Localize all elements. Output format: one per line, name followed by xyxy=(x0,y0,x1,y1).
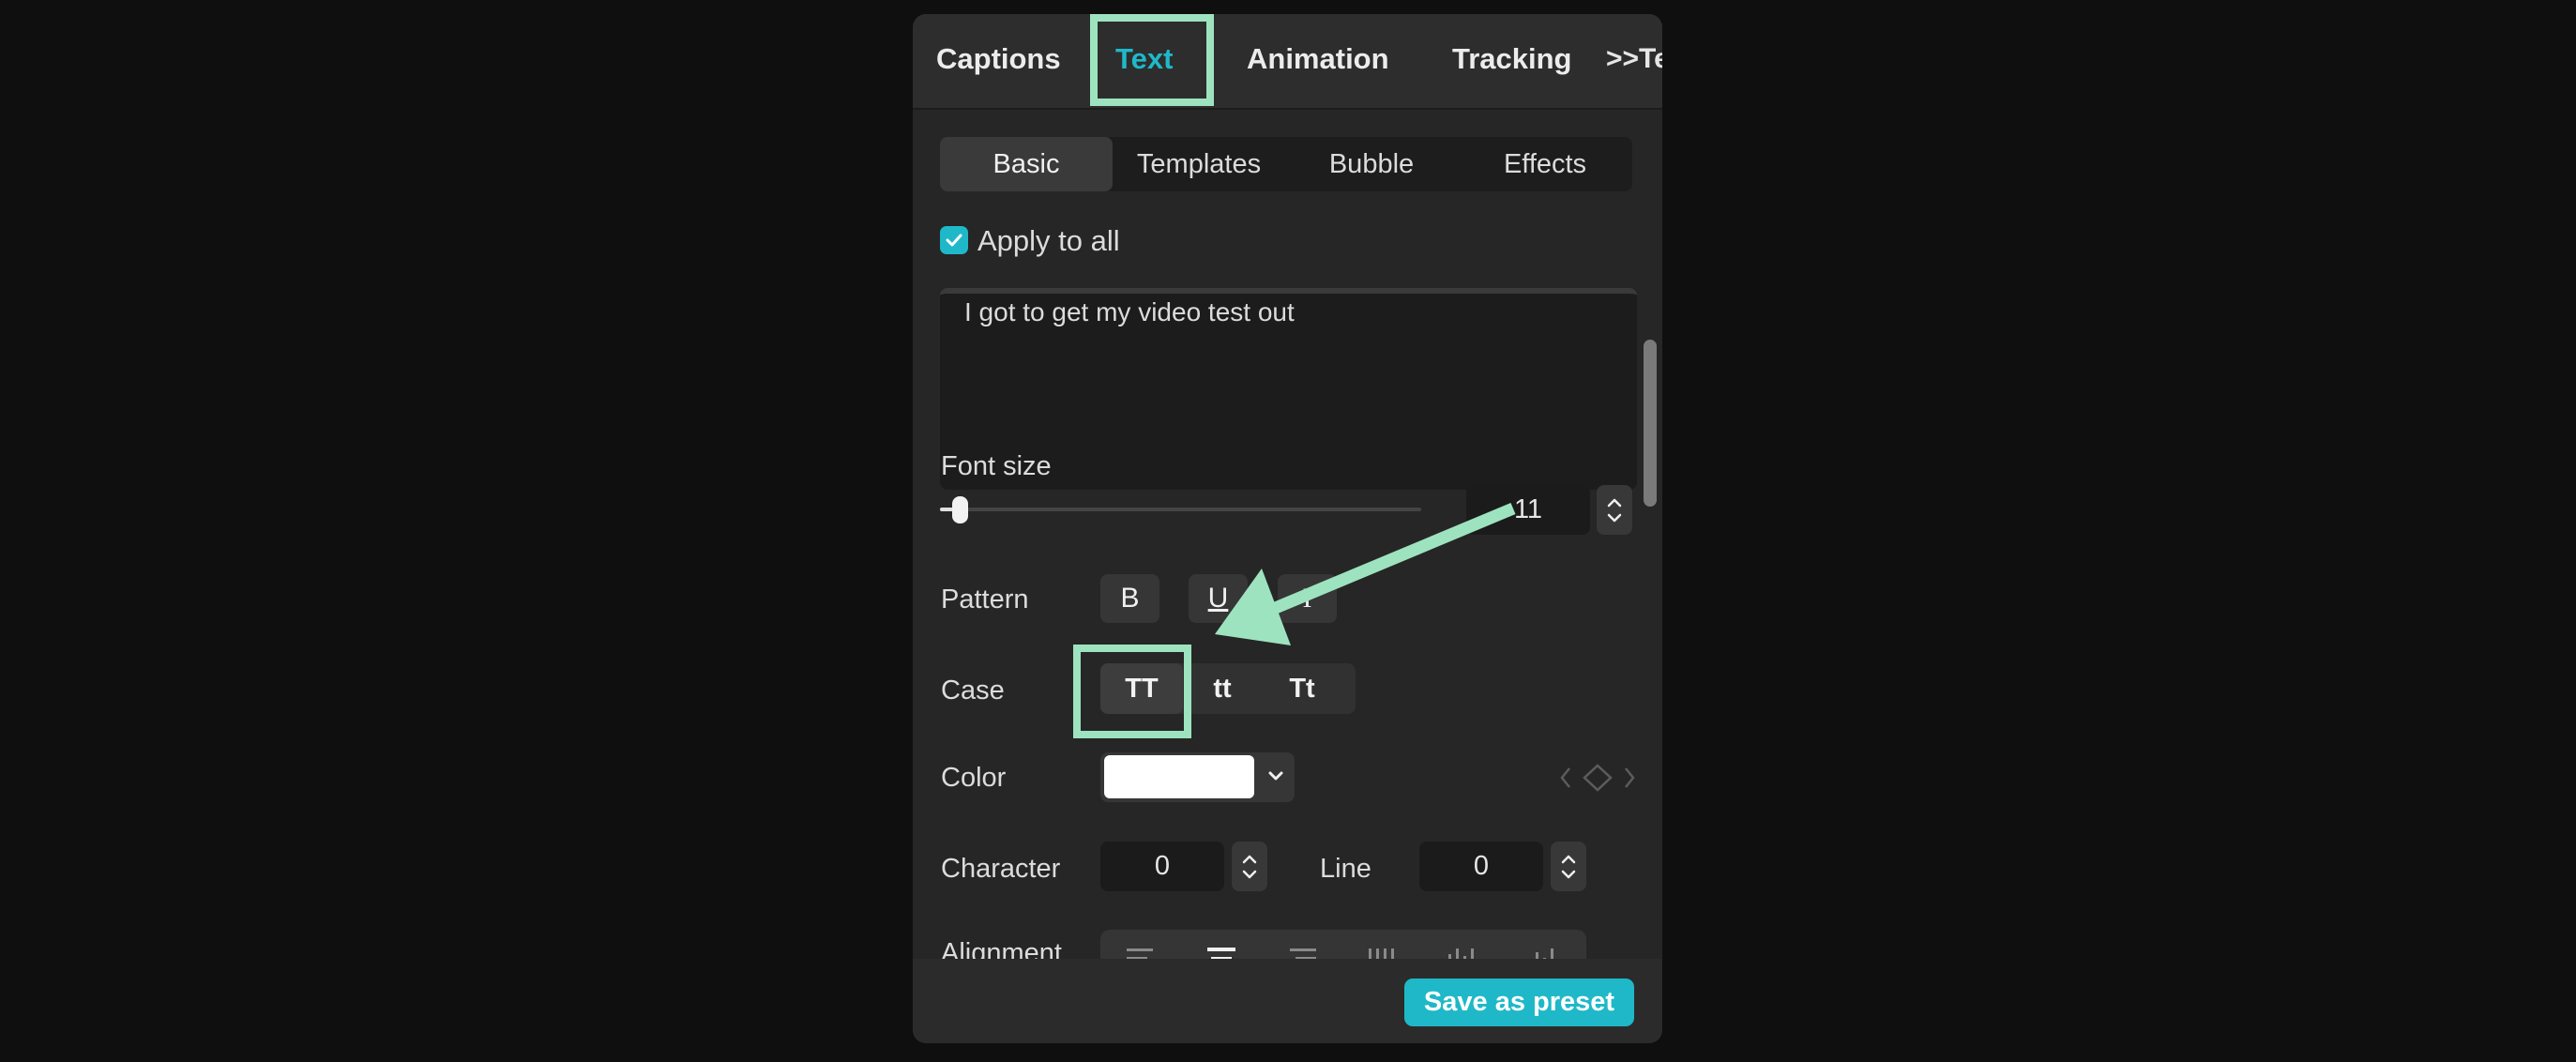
annotation-arrow xyxy=(1215,503,1516,645)
annotation-arrow-shaft xyxy=(1264,503,1516,617)
